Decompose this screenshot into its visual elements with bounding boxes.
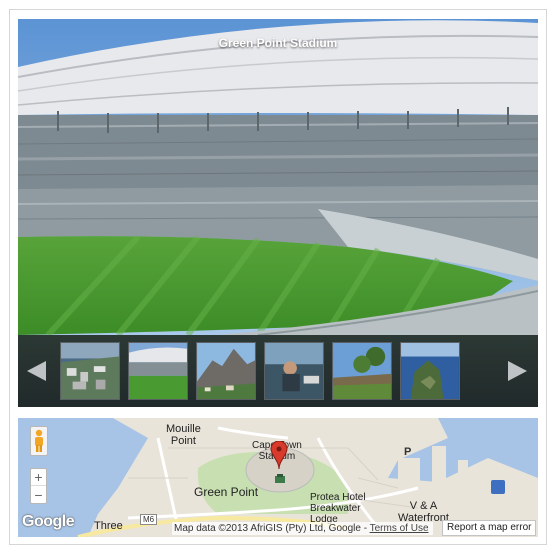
zoom-control: + −	[30, 468, 47, 504]
map-attribution: Map data ©2013 AfriGIS (Pty) Ltd, Google…	[172, 522, 433, 535]
parking-label: P	[404, 446, 412, 458]
terms-of-use-link[interactable]: Terms of Use	[370, 523, 429, 534]
thumbnail-stadium[interactable]	[128, 342, 188, 400]
thumbnail-garden[interactable]	[332, 342, 392, 400]
next-arrow-button[interactable]	[503, 357, 531, 385]
map-label-green-point: Green Point	[194, 485, 259, 499]
map-view[interactable]: + − Mouille Point Cape Town Stadium Gree…	[18, 418, 538, 537]
street-view-panorama[interactable]: Green Point Stadium	[18, 19, 538, 335]
thumbnail-waterfront[interactable]	[264, 342, 324, 400]
thumbnail-harbour[interactable]	[60, 342, 120, 400]
google-logo: Google	[22, 513, 75, 530]
garden-thumbnail-image	[333, 343, 391, 399]
harbour-thumbnail-image	[61, 343, 119, 399]
stadium-panorama-image	[18, 19, 538, 335]
route-shield-m6: M6	[140, 514, 158, 525]
waterfront-thumbnail-image	[265, 343, 323, 399]
stadium-thumbnail-image	[129, 343, 187, 399]
triangle-right-icon	[508, 361, 527, 381]
coast-thumbnail-image	[401, 343, 459, 399]
triangle-left-icon	[27, 361, 46, 381]
mountain-thumbnail-image	[197, 343, 255, 399]
bus-station-icon	[491, 480, 505, 494]
attribution-text: Map data ©2013 AfriGIS (Pty) Ltd, Google…	[174, 523, 370, 534]
report-map-error-link[interactable]: Report a map error	[442, 520, 537, 536]
thumbnail-coast[interactable]	[400, 342, 460, 400]
prev-arrow-button[interactable]	[23, 357, 51, 385]
map-label-three: Three	[94, 520, 123, 532]
pegman-button[interactable]	[30, 426, 48, 456]
stadium-poi-icon	[275, 474, 285, 483]
pegman-icon	[35, 429, 43, 452]
zoom-in-button[interactable]: +	[31, 469, 46, 486]
map-marker-icon[interactable]	[270, 441, 288, 469]
panorama-title: Green Point Stadium	[218, 36, 338, 50]
map-label-protea-hotel: Protea Hotel Breakwater Lodge	[310, 492, 366, 525]
zoom-out-button[interactable]: −	[31, 486, 46, 503]
thumbnail-mountain[interactable]	[196, 342, 256, 400]
thumbnail-strip	[18, 335, 538, 407]
map-label-mouille-point: Mouille Point	[166, 423, 201, 448]
